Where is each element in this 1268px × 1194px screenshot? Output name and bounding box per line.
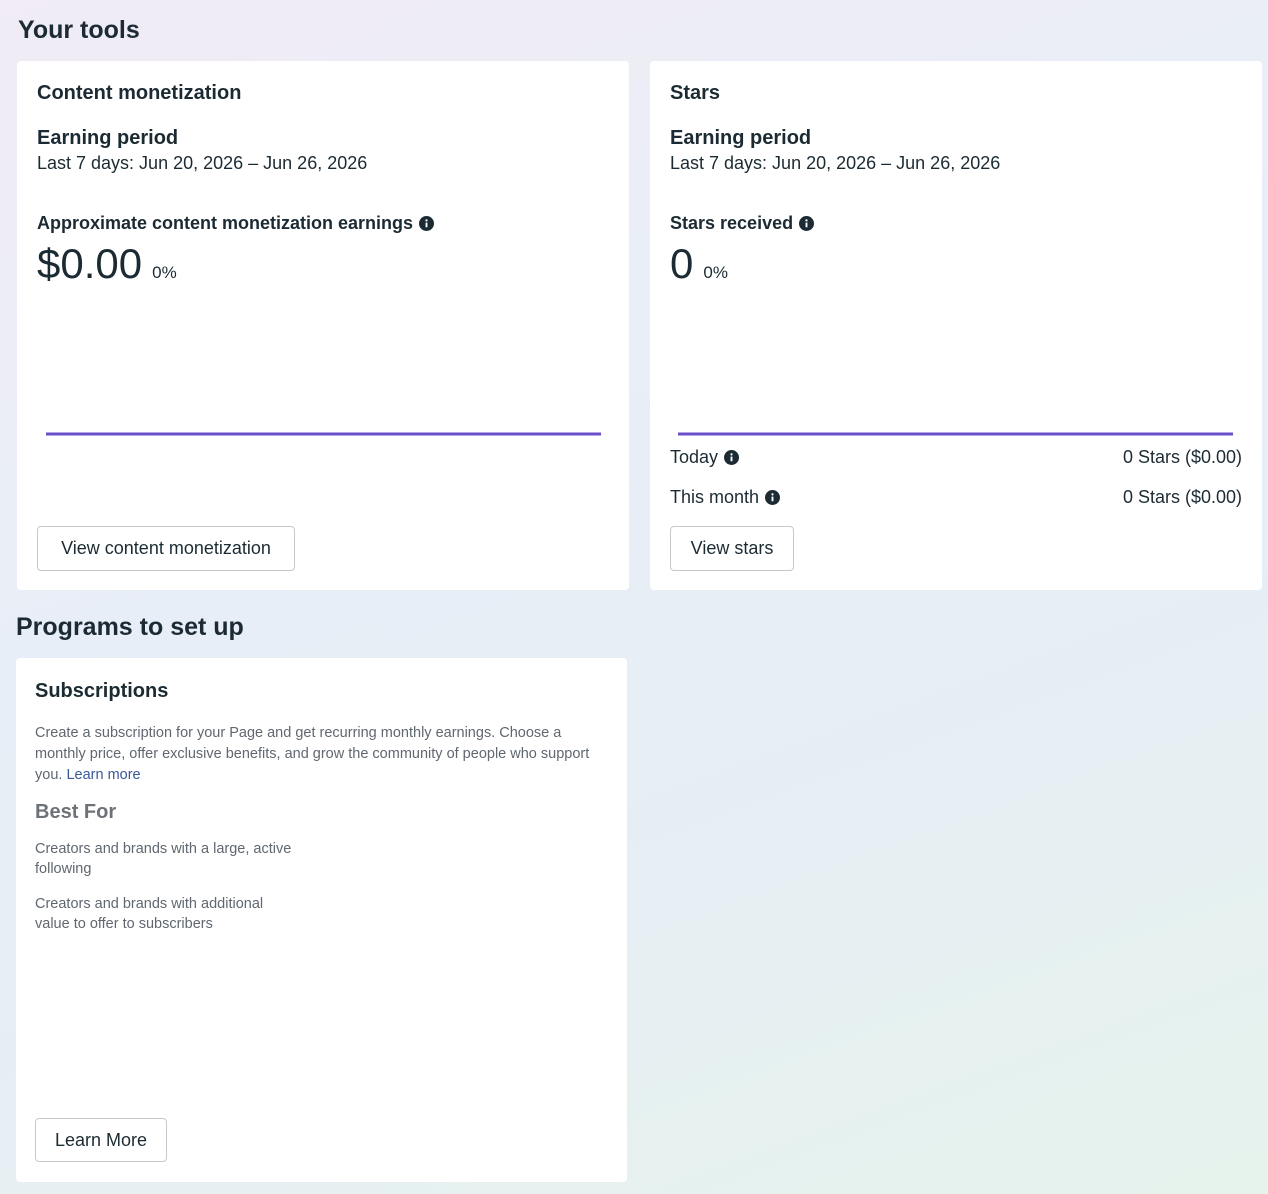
stars-received-label-text: Stars received	[670, 213, 794, 233]
stars-chart	[678, 432, 1233, 436]
programs-heading: Programs to set up	[16, 613, 244, 641]
learn-more-button[interactable]: Learn More	[35, 1118, 167, 1162]
stars-month-value: 0 Stars ($0.00)	[1122, 487, 1242, 507]
stars-delta: 0%	[703, 263, 728, 282]
stars-received-value: 0 0%	[670, 243, 728, 285]
monetization-delta: 0%	[152, 263, 177, 282]
info-icon[interactable]	[799, 216, 815, 231]
stars-today-row: Today 0 Stars ($0.00)	[670, 447, 1242, 468]
content-monetization-card: Content monetization Earning period Last…	[17, 61, 629, 590]
stars-title: Stars	[670, 82, 721, 104]
earning-period-label: Earning period	[37, 127, 179, 149]
subscriptions-card: Subscriptions Create a subscription for …	[16, 658, 627, 1182]
info-icon[interactable]	[724, 450, 740, 465]
monetization-amount: $0.00	[37, 240, 143, 287]
view-content-monetization-button[interactable]: View content monetization	[37, 526, 295, 571]
stars-count: 0	[670, 240, 694, 287]
learn-more-link[interactable]: Learn more	[66, 767, 140, 783]
earning-period-label: Earning period	[670, 127, 812, 149]
stars-month-row: This month 0 Stars ($0.00)	[670, 487, 1242, 508]
stars-today-label: Today	[670, 447, 740, 468]
earning-period-range: Last 7 days: Jun 20, 2026 – Jun 26, 2026	[37, 153, 368, 173]
best-for-item: Creators and brands with additional valu…	[35, 896, 264, 932]
monetization-chart	[46, 432, 601, 436]
your-tools-heading: Your tools	[18, 16, 140, 44]
stars-today-value: 0 Stars ($0.00)	[1122, 447, 1242, 467]
best-for-title: Best For	[35, 801, 117, 823]
best-for-item: Creators and brands with a large, active…	[35, 841, 292, 877]
view-stars-button[interactable]: View stars	[670, 526, 794, 571]
earning-period-range: Last 7 days: Jun 20, 2026 – Jun 26, 2026	[670, 153, 1001, 173]
stars-month-label-text: This month	[670, 487, 760, 507]
info-icon[interactable]	[419, 216, 435, 231]
stars-card: Stars Earning period Last 7 days: Jun 20…	[650, 61, 1262, 590]
monetization-earnings-value: $0.00 0%	[37, 243, 177, 285]
monetization-earnings-label-text: Approximate content monetization earning…	[37, 213, 414, 233]
subscriptions-title: Subscriptions	[35, 680, 169, 702]
stars-month-label: This month	[670, 487, 781, 508]
subscriptions-description: Create a subscription for your Page and …	[35, 723, 605, 786]
content-monetization-title: Content monetization	[37, 82, 242, 104]
stars-today-label-text: Today	[670, 447, 719, 467]
stars-received-label: Stars received	[670, 213, 815, 234]
info-icon[interactable]	[765, 490, 781, 505]
monetization-earnings-label: Approximate content monetization earning…	[37, 213, 435, 234]
